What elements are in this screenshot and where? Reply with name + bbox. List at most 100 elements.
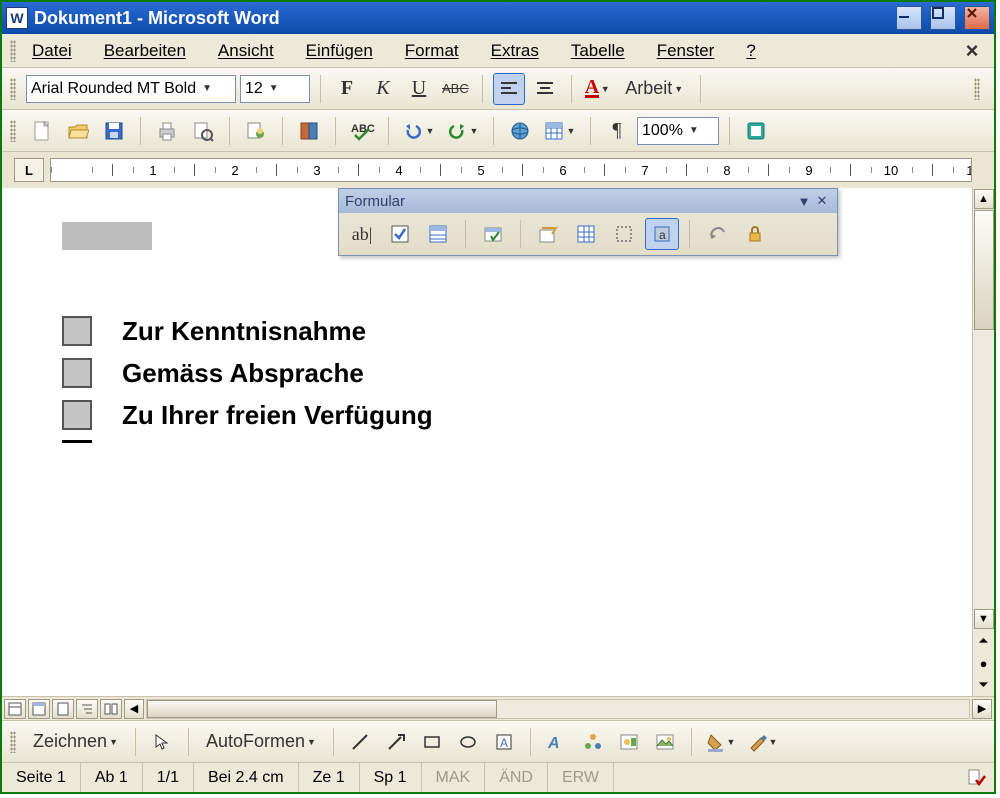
vertical-scrollbar[interactable]: ▲ ▼ ⏶ ● ⏷: [972, 188, 994, 696]
new-document-button[interactable]: [26, 115, 58, 147]
status-track-changes[interactable]: ÄND: [485, 763, 548, 792]
toolbar-grip-icon[interactable]: [10, 731, 16, 753]
menu-ansicht[interactable]: Ansicht: [208, 37, 284, 65]
form-checkbox[interactable]: [62, 358, 92, 388]
clipart-button[interactable]: [613, 726, 645, 758]
scroll-right-button[interactable]: ▶: [972, 699, 992, 719]
status-macro-record[interactable]: MAK: [422, 763, 486, 792]
hyperlink-button[interactable]: [504, 115, 536, 147]
insert-picture-button[interactable]: [649, 726, 681, 758]
rectangle-button[interactable]: [416, 726, 448, 758]
zoom-combo[interactable]: 100% ▼: [637, 117, 719, 145]
italic-button[interactable]: K: [367, 73, 399, 105]
select-objects-button[interactable]: [146, 726, 178, 758]
toolbar-grip-icon[interactable]: [10, 120, 16, 142]
insert-table-button[interactable]: ▼: [540, 115, 580, 147]
previous-page-button[interactable]: ⏶: [974, 631, 994, 651]
toolbar-grip-icon[interactable]: [974, 78, 980, 100]
wordart-button[interactable]: A: [541, 726, 573, 758]
menu-tabelle[interactable]: Tabelle: [561, 37, 635, 65]
form-checkbox[interactable]: [62, 316, 92, 346]
menu-datei[interactable]: Datei: [22, 37, 82, 65]
horizontal-scrollbar[interactable]: [146, 699, 970, 719]
document-page[interactable]: Zur Kenntnisnahme Gemäss Absprache Zu Ih…: [2, 188, 972, 696]
scroll-left-button[interactable]: ◀: [124, 699, 144, 719]
minimize-button[interactable]: [896, 6, 922, 30]
bold-button[interactable]: F: [331, 73, 363, 105]
arrow-button[interactable]: [380, 726, 412, 758]
save-button[interactable]: [98, 115, 130, 147]
strikethrough-button[interactable]: ABC: [439, 73, 472, 105]
horizontal-ruler[interactable]: 1234567891011: [50, 158, 972, 182]
text-box-button[interactable]: A: [488, 726, 520, 758]
tab-type-selector[interactable]: L: [14, 158, 44, 182]
reading-layout-button[interactable]: [740, 115, 772, 147]
font-name-combo[interactable]: Arial Rounded MT Bold ▼: [26, 75, 236, 103]
research-button[interactable]: [293, 115, 325, 147]
spelling-button[interactable]: ABC: [346, 115, 378, 147]
open-button[interactable]: [62, 115, 94, 147]
reset-form-fields-button[interactable]: [700, 218, 734, 250]
status-extend-selection[interactable]: ERW: [548, 763, 614, 792]
toolbar-options-arrow-icon[interactable]: ▼: [795, 194, 813, 209]
document-close-button[interactable]: ×: [958, 38, 986, 64]
select-browse-object-button[interactable]: ●: [974, 653, 994, 673]
text-form-field-button[interactable]: ab|: [345, 218, 379, 250]
print-button[interactable]: [151, 115, 183, 147]
draw-table-button[interactable]: [531, 218, 565, 250]
draw-menu[interactable]: Zeichnen▼: [26, 726, 125, 758]
toolbar-grip-icon[interactable]: [10, 78, 16, 100]
scroll-thumb[interactable]: [147, 700, 497, 718]
font-size-combo[interactable]: 12 ▼: [240, 75, 310, 103]
scroll-thumb[interactable]: [974, 210, 994, 330]
dropdown-form-field-button[interactable]: [421, 218, 455, 250]
formular-toolbar-title[interactable]: Formular ▼ ✕: [339, 189, 837, 213]
title-bar[interactable]: W Dokument1 - Microsoft Word: [2, 2, 994, 34]
menu-help[interactable]: ?: [736, 37, 765, 65]
undo-button[interactable]: ▼: [399, 115, 439, 147]
protect-form-button[interactable]: [738, 218, 772, 250]
normal-view-button[interactable]: [4, 699, 26, 719]
diagram-button[interactable]: [577, 726, 609, 758]
fill-color-button[interactable]: ▼: [702, 726, 740, 758]
form-field-shading-button[interactable]: a: [645, 218, 679, 250]
formular-toolbar[interactable]: Formular ▼ ✕ ab|: [338, 188, 838, 256]
reading-layout-view-button[interactable]: [100, 699, 122, 719]
menu-format[interactable]: Format: [395, 37, 469, 65]
style-dropdown[interactable]: Arbeit▼: [618, 73, 690, 105]
underline-button[interactable]: U: [403, 73, 435, 105]
menu-bearbeiten[interactable]: Bearbeiten: [94, 37, 196, 65]
font-color-button[interactable]: A▼: [582, 73, 614, 105]
status-page: Seite 1: [2, 763, 81, 792]
scroll-down-button[interactable]: ▼: [974, 609, 994, 629]
permission-button[interactable]: [240, 115, 272, 147]
menu-fenster[interactable]: Fenster: [647, 37, 725, 65]
menu-einfuegen[interactable]: Einfügen: [296, 37, 383, 65]
toolbar-close-button[interactable]: ✕: [813, 193, 831, 209]
toolbar-grip-icon[interactable]: [10, 40, 16, 62]
print-preview-button[interactable]: [187, 115, 219, 147]
checkbox-form-field-button[interactable]: [383, 218, 417, 250]
menu-extras[interactable]: Extras: [481, 37, 549, 65]
insert-table-button[interactable]: [569, 218, 603, 250]
outline-view-button[interactable]: [76, 699, 98, 719]
form-text-field[interactable]: [62, 222, 152, 250]
oval-button[interactable]: [452, 726, 484, 758]
align-left-button[interactable]: [493, 73, 525, 105]
close-button[interactable]: [964, 6, 990, 30]
autoshapes-menu[interactable]: AutoFormen▼: [199, 726, 323, 758]
align-center-button[interactable]: [529, 73, 561, 105]
scroll-up-button[interactable]: ▲: [974, 189, 994, 209]
line-button[interactable]: [344, 726, 376, 758]
web-layout-view-button[interactable]: [28, 699, 50, 719]
spelling-status-icon[interactable]: [958, 768, 994, 788]
insert-frame-button[interactable]: [607, 218, 641, 250]
redo-button[interactable]: ▼: [443, 115, 483, 147]
maximize-button[interactable]: [930, 6, 956, 30]
form-field-options-button[interactable]: [476, 218, 510, 250]
print-layout-view-button[interactable]: [52, 699, 74, 719]
show-formatting-button[interactable]: ¶: [601, 115, 633, 147]
line-color-button[interactable]: ▼: [744, 726, 782, 758]
next-page-button[interactable]: ⏷: [974, 675, 994, 695]
form-checkbox[interactable]: [62, 400, 92, 430]
